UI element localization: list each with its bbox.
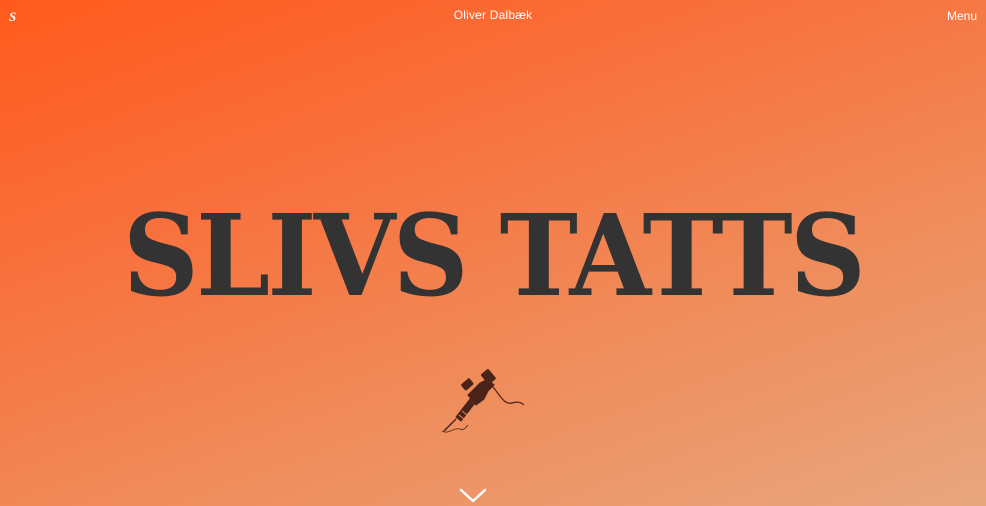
menu-button[interactable]: Menu (947, 9, 977, 23)
tattoo-machine-icon (441, 369, 525, 433)
hero-title: SLIVS TATTS (122, 191, 866, 322)
site-owner-name: Oliver Dalbæk (453, 8, 533, 22)
top-navigation-bar: S Oliver Dalbæk Menu (0, 0, 986, 32)
chevron-down-icon[interactable] (458, 486, 488, 504)
